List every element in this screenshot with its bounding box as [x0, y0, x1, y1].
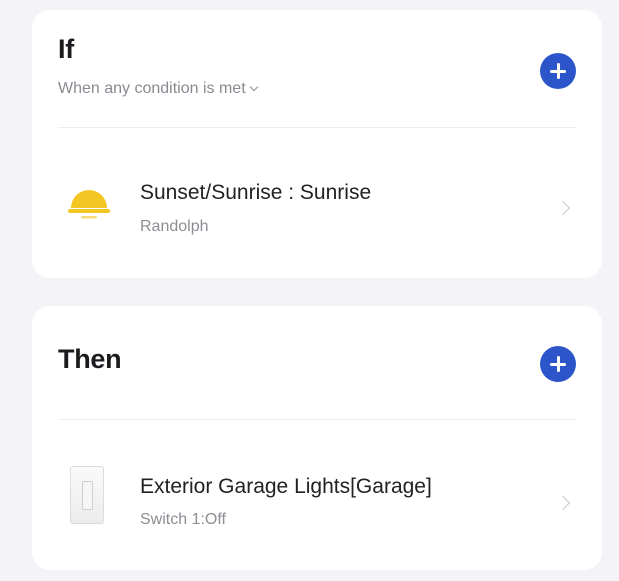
- add-action-button[interactable]: [540, 346, 576, 382]
- then-card: Then Exterior Garage Lights[Garage] Swit…: [32, 306, 602, 570]
- sunrise-icon: [68, 190, 110, 219]
- action-row[interactable]: Exterior Garage Lights[Garage] Switch 1:…: [32, 432, 602, 552]
- if-card: If When any condition is met Sunset/Sunr…: [32, 10, 602, 278]
- action-title: Exterior Garage Lights[Garage]: [140, 475, 432, 498]
- light-switch-icon: [70, 466, 104, 524]
- if-title: If: [58, 34, 74, 64]
- plus-icon: [540, 53, 576, 89]
- condition-title: Sunset/Sunrise : Sunrise: [140, 181, 372, 204]
- add-condition-button[interactable]: [540, 53, 576, 89]
- chevron-right-icon: [555, 200, 571, 216]
- switch-paddle: [82, 481, 93, 510]
- condition-mode-label: When any condition is met: [58, 80, 246, 97]
- divider: [58, 419, 576, 420]
- chevron-down-icon: [249, 82, 258, 92]
- plus-icon: [540, 346, 576, 382]
- chevron-right-icon: [555, 495, 571, 511]
- action-subtitle: Switch 1:Off: [140, 511, 226, 528]
- condition-mode-dropdown[interactable]: When any condition is met: [58, 80, 258, 98]
- condition-row[interactable]: Sunset/Sunrise : Sunrise Randolph: [32, 140, 602, 260]
- then-title: Then: [58, 344, 122, 374]
- divider: [58, 127, 576, 128]
- condition-subtitle: Randolph: [140, 218, 209, 235]
